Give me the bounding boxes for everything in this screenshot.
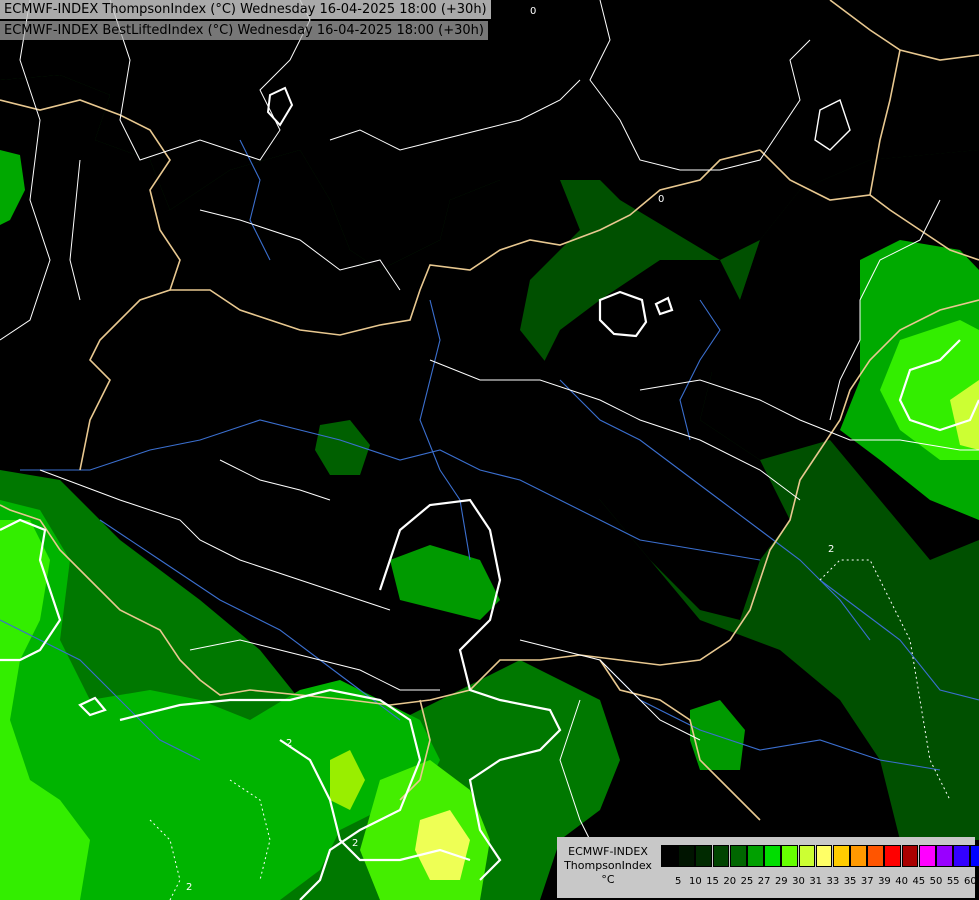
legend-swatch (729, 845, 747, 867)
legend-swatches (661, 845, 979, 867)
legend-swatch (918, 845, 936, 867)
legend-label: 39 (878, 876, 891, 887)
legend-label: 40 (895, 876, 908, 887)
legend-title-index: ThompsonIndex (564, 859, 652, 872)
legend-swatch (850, 845, 867, 867)
contour-label: 0 (658, 194, 664, 205)
legend-label: 5 (675, 876, 682, 887)
legend-title: ECMWF-INDEX ThompsonIndex °C (560, 845, 656, 887)
legend-label: 35 (843, 876, 857, 887)
legend-title-model: ECMWF-INDEX (568, 845, 648, 858)
legend-swatch (781, 845, 799, 867)
legend-label: 31 (809, 876, 823, 887)
contour-label: 2 (286, 738, 292, 749)
legend-label: 27 (757, 876, 771, 887)
weather-map: 0 0 2 2 2 2 (0, 0, 979, 900)
map-title-best-lifted-index: ECMWF-INDEX BestLiftedIndex (°C) Wednesd… (0, 21, 488, 40)
legend-label: 55 (946, 876, 960, 887)
legend-swatch (970, 845, 979, 867)
legend-label: 15 (706, 876, 719, 887)
legend-swatch (695, 845, 713, 867)
legend-label: 45 (912, 876, 926, 887)
contour-label: 2 (186, 882, 192, 893)
legend-swatch (712, 845, 730, 867)
legend-label: 29 (774, 876, 788, 887)
legend-swatch (661, 845, 678, 867)
legend-swatch (798, 845, 816, 867)
legend-label: 20 (723, 876, 737, 887)
legend-swatch (832, 845, 850, 867)
map-title-thompson-index: ECMWF-INDEX ThompsonIndex (°C) Wednesday… (0, 0, 491, 19)
legend-swatch (764, 845, 781, 867)
legend-label: 37 (860, 876, 874, 887)
legend-swatch (936, 845, 953, 867)
legend-swatch (678, 845, 695, 867)
legend-label: 60 (964, 876, 977, 887)
legend-swatch (884, 845, 902, 867)
color-legend: ECMWF-INDEX ThompsonIndex °C 5 10 15 20 25 27… (557, 837, 979, 898)
legend-label-spacer (661, 875, 670, 889)
contour-label: 2 (828, 544, 834, 555)
legend-swatch (953, 845, 970, 867)
contour-label: 2 (352, 838, 358, 849)
legend-label: 30 (792, 876, 805, 887)
legend-unit: °C (601, 873, 615, 886)
legend-swatch (901, 845, 919, 867)
legend-label: 10 (689, 876, 702, 887)
legend-label: 50 (929, 876, 943, 887)
legend-label: 33 (826, 876, 840, 887)
legend-swatch (746, 845, 764, 867)
legend-swatch (815, 845, 833, 867)
contour-label: 0 (530, 6, 536, 17)
legend-labels: 5 10 15 20 25 27 29 30 31 33 35 37 39 40 45 50 55 60 (661, 875, 979, 889)
legend-label: 25 (740, 876, 754, 887)
legend-swatch (867, 845, 885, 867)
